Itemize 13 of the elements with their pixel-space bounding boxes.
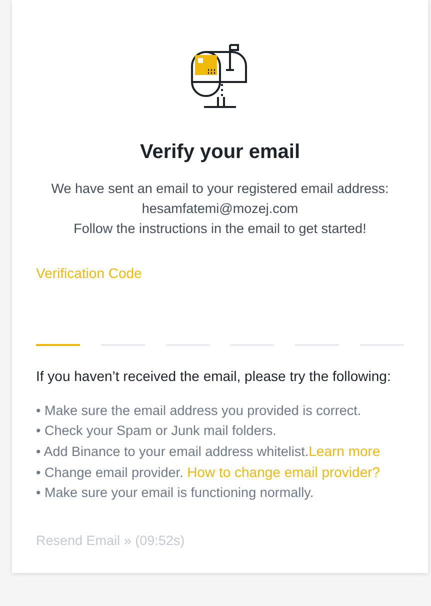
tip-text: • Change email provider. How to change email provider? (36, 463, 382, 482)
page-title: Verify your email (138, 140, 302, 165)
field-label: Verification Code (36, 264, 142, 283)
help-link[interactable]: How to change email provider? (187, 464, 380, 480)
help-link[interactable]: Learn more (308, 443, 380, 459)
help-heading: If you haven’t received the email, please try the following: (36, 367, 392, 386)
info-text: We have sent an email to your registered email address: (51, 180, 389, 198)
info-text: Follow the instructions in the email to get started! (74, 220, 366, 238)
tip-text: • Check your Spam or Junk mail folders. (36, 422, 278, 440)
email-address: hesamfatemi@mozej.com (142, 200, 298, 218)
tip-text: • Make sure the email address you provided is correct. (36, 402, 362, 420)
tip-text: • Make sure your email is functioning normally. (36, 484, 315, 502)
tip-text: • Add Binance to your email address whitelist.Learn more (36, 442, 382, 461)
